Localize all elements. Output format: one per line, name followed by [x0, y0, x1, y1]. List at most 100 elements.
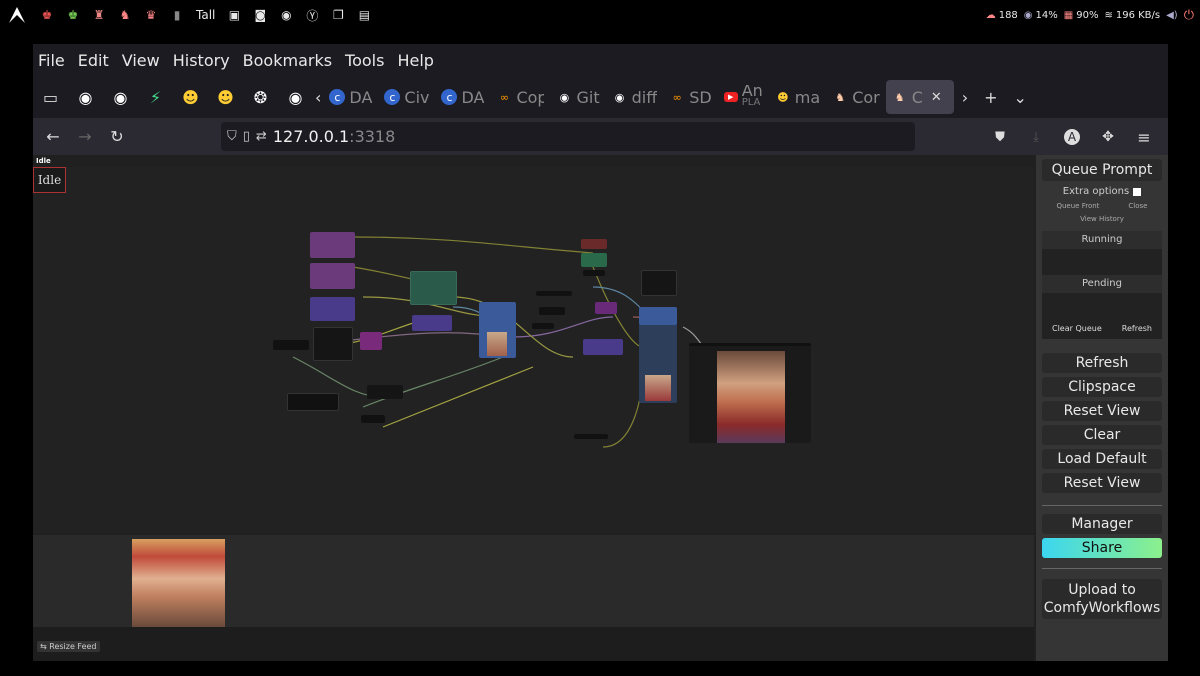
cpu-usage[interactable]: ◉ 14% [1024, 10, 1058, 21]
clear-button[interactable]: Clear [1042, 425, 1162, 445]
tab-active-comfyui[interactable]: ♞ C ✕ [885, 80, 954, 114]
close-button[interactable]: Close [1128, 202, 1147, 210]
power-icon[interactable]: ⏻ [1184, 8, 1194, 23]
app-menu-button[interactable]: ≡ [1128, 122, 1160, 152]
tab-overview-icon[interactable]: ▭ [33, 80, 68, 114]
menu-history[interactable]: History [173, 51, 230, 70]
node-green-sampler[interactable] [410, 271, 457, 305]
pinned-tab-openai[interactable]: ❂ [243, 80, 278, 114]
node-magenta-small[interactable] [360, 332, 382, 350]
memory-usage[interactable]: ▦ 90% [1064, 10, 1099, 21]
queue-front-button[interactable]: Queue Front [1056, 202, 1099, 210]
permissions-icon[interactable]: ⇄ [256, 129, 267, 144]
node-black-11[interactable] [574, 434, 608, 439]
menu-file[interactable]: File [38, 51, 65, 70]
pinned-tab-hf-1[interactable]: ☻ [173, 80, 208, 114]
node-purple-2[interactable] [310, 263, 355, 289]
node-red-1[interactable] [581, 239, 607, 249]
queue-prompt-button[interactable]: Queue Prompt [1042, 159, 1162, 181]
new-tab-button[interactable]: + [976, 80, 1005, 114]
node-purple-1[interactable] [310, 232, 355, 258]
reset-view-button[interactable]: Reset View [1042, 401, 1162, 421]
node-black-10[interactable] [361, 415, 385, 423]
view-history-button[interactable]: View History [1042, 215, 1162, 223]
shield-icon[interactable]: ⛉ [227, 129, 237, 144]
pinned-tab-github-3[interactable]: ◉ [278, 80, 313, 114]
node-indigo-1[interactable] [310, 297, 355, 321]
tab-2[interactable]: c Civ [378, 80, 435, 114]
pinned-tab-hf-2[interactable]: ☻ [208, 80, 243, 114]
tab-scroll-left[interactable]: ‹ [313, 80, 323, 114]
yandex-icon[interactable]: Ⓨ [299, 0, 325, 30]
node-magenta-2[interactable] [595, 302, 617, 314]
window-icon[interactable]: ▣ [221, 0, 247, 30]
node-black-2[interactable] [313, 327, 353, 361]
menu-help[interactable]: Help [397, 51, 433, 70]
upload-comfyworkflows-button[interactable]: Upload to ComfyWorkflows [1042, 579, 1162, 619]
tab-10[interactable]: ♞ Cor [826, 80, 886, 114]
pinned-tab-github-2[interactable]: ◉ [103, 80, 138, 114]
menu-tools[interactable]: Tools [345, 51, 384, 70]
tab-9[interactable]: ☻ ma [769, 80, 826, 114]
node-indigo-2[interactable] [412, 315, 452, 331]
pocket-button[interactable]: ⛊ [984, 122, 1016, 152]
tab-3[interactable]: c DA [435, 80, 490, 114]
reload-button[interactable]: ↻ [101, 122, 133, 152]
tall-label[interactable]: Tall [190, 0, 221, 30]
clear-queue-button[interactable]: Clear Queue [1052, 324, 1102, 333]
arch-logo-icon[interactable] [0, 0, 34, 30]
load-default-button[interactable]: Load Default [1042, 449, 1162, 469]
tab-1[interactable]: c DA [323, 80, 378, 114]
feed-image[interactable] [132, 539, 225, 627]
tab-5[interactable]: ◉ Git [550, 80, 605, 114]
forward-button[interactable]: → [69, 122, 101, 152]
network-speed[interactable]: ≋ 196 KB/s [1104, 10, 1160, 21]
menu-bookmarks[interactable]: Bookmarks [243, 51, 332, 70]
downloads-button[interactable]: ⤓ [1020, 122, 1052, 152]
account-button[interactable]: A [1056, 122, 1088, 152]
spotify-icon[interactable]: ◉ [273, 0, 299, 30]
node-black-8[interactable] [287, 393, 339, 411]
node-black-9[interactable] [367, 385, 403, 399]
volume-icon[interactable]: ◀) [1166, 10, 1178, 21]
discord-icon[interactable]: ◙ [247, 0, 273, 30]
tab-6[interactable]: ◉ diff [606, 80, 664, 114]
node-graph-canvas[interactable] [33, 167, 1034, 533]
reset-view-button-2[interactable]: Reset View [1042, 473, 1162, 493]
resize-feed-button[interactable]: ⇆ Resize Feed [37, 641, 100, 652]
monitor-icon[interactable]: ▤ [351, 0, 377, 30]
thin-app-icon[interactable]: ▮ [164, 0, 190, 30]
node-indigo-3[interactable] [583, 339, 623, 355]
node-teal-1[interactable] [581, 253, 607, 267]
node-black-4[interactable] [539, 307, 565, 315]
menu-view[interactable]: View [122, 51, 160, 70]
back-button[interactable]: ← [37, 122, 69, 152]
list-tabs-button[interactable]: ⌄ [1006, 80, 1035, 114]
tab-7[interactable]: ∞ SD [663, 80, 717, 114]
pinned-tab-github-1[interactable]: ◉ [68, 80, 103, 114]
manager-button[interactable]: Manager [1042, 514, 1162, 534]
tab-4[interactable]: ∞ Cop [490, 80, 550, 114]
chess-board-icon[interactable]: ♛ [138, 0, 164, 30]
chess-knight-icon[interactable]: ♞ [112, 0, 138, 30]
node-black-5[interactable] [532, 323, 554, 329]
node-black-7[interactable] [641, 270, 677, 296]
tab-scroll-right[interactable]: › [954, 80, 976, 114]
files-icon[interactable]: ❐ [325, 0, 351, 30]
extra-options-checkbox[interactable] [1133, 187, 1142, 196]
chess-rook-icon[interactable]: ♜ [86, 0, 112, 30]
chess-green-icon[interactable]: ♚ [60, 0, 86, 30]
url-bar[interactable]: ⛉ ▯ ⇄ 127.0.0.1:3318 [221, 122, 915, 151]
extensions-button[interactable]: ✥ [1092, 122, 1124, 152]
refresh-button[interactable]: Refresh [1042, 353, 1162, 373]
pinned-tab-z[interactable]: ⚡ [138, 80, 173, 114]
node-black-6[interactable] [583, 270, 605, 276]
refresh-queue-button[interactable]: Refresh [1122, 324, 1152, 333]
node-black-1[interactable] [273, 340, 309, 350]
node-black-3[interactable] [536, 291, 572, 296]
tab-8[interactable]: ▶ An PLA [718, 80, 769, 114]
tab-close-icon[interactable]: ✕ [931, 90, 942, 105]
chess-red-icon[interactable]: ♚ [34, 0, 60, 30]
cloud-updates[interactable]: ☁ 188 [986, 10, 1018, 21]
menu-edit[interactable]: Edit [78, 51, 109, 70]
